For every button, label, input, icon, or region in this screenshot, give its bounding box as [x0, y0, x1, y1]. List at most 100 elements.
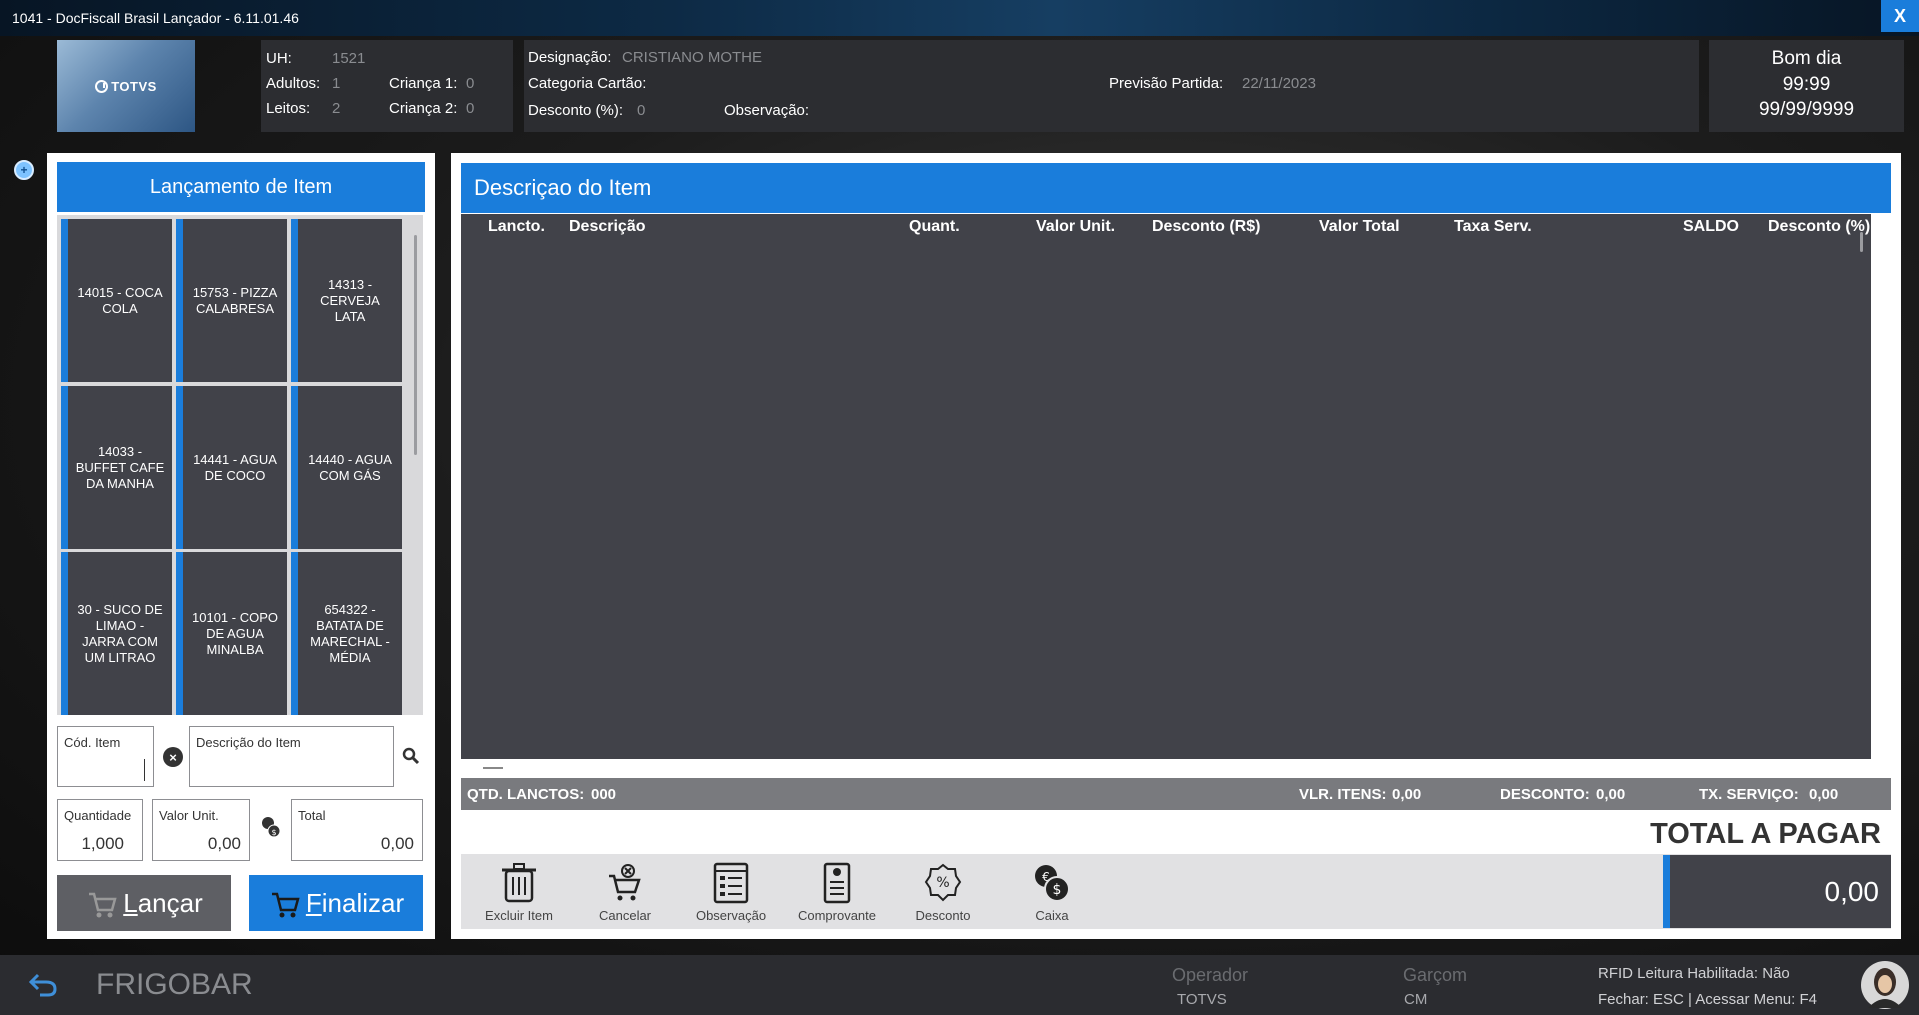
item-tile[interactable]: 30 - SUCO DE LIMAO - JARRA COM UM LITRAO: [61, 552, 172, 715]
desconto-label: Desconto (%):: [528, 102, 624, 119]
cart-checkout-icon: [271, 892, 300, 918]
item-tile[interactable]: 14313 - CERVEJA LATA: [291, 219, 402, 382]
quantity-label: Quantidade: [64, 808, 132, 823]
total-field: Total 0,00: [291, 799, 423, 861]
desconto-summary-value: 0,00: [1596, 786, 1626, 803]
percent-badge-icon: %: [924, 863, 962, 902]
leitos-label: Leitos:: [266, 100, 311, 117]
tile-scrollbar[interactable]: [414, 235, 417, 455]
finalizar-label: inalizar: [321, 887, 405, 918]
observation-label: Observação: [695, 908, 767, 923]
item-launch-title: Lançamento de Item: [149, 175, 333, 198]
leitos-value: 2: [332, 100, 341, 117]
categoria-label: Categoria Cartão:: [528, 75, 647, 92]
delete-item-button[interactable]: Excluir Item: [471, 862, 567, 923]
discount-button[interactable]: % Desconto: [895, 862, 991, 923]
cod-item-label: Cód. Item: [64, 735, 121, 750]
observation-button[interactable]: Observação: [683, 862, 779, 923]
designacao-value: CRISTIANO MOTHE: [622, 49, 763, 66]
col-lancto[interactable]: Lancto.: [488, 218, 545, 236]
operador-value: TOTVS: [1177, 991, 1227, 1008]
guest-info-box: UH: 1521 Adultos: 1 Criança 1: 0 Leitos:…: [261, 40, 513, 132]
item-tile[interactable]: 10101 - COPO DE AGUA MINALBA: [176, 552, 287, 715]
item-launch-panel: Lançamento de Item 14015 - COCA COLA 157…: [47, 153, 435, 939]
quantity-field[interactable]: Quantidade 1,000: [57, 799, 143, 861]
cashier-button[interactable]: € $ Caixa: [1004, 862, 1100, 923]
col-descricao[interactable]: Descrição: [569, 218, 646, 236]
tx-servico-value: 0,00: [1809, 786, 1839, 803]
item-description-panel: Descriçao do Item Lancto. Descrição Quan…: [451, 153, 1901, 939]
item-description-field[interactable]: Descrição do Item: [189, 726, 394, 787]
crianca2-label: Criança 2:: [389, 100, 458, 117]
items-table: [461, 214, 1871, 759]
cancel-button[interactable]: Cancelar: [577, 862, 673, 923]
delete-item-label: Excluir Item: [485, 908, 553, 923]
trash-icon: [502, 863, 536, 903]
crianca1-value: 0: [466, 75, 475, 92]
designacao-label: Designação:: [528, 49, 612, 66]
status-footer: FRIGOBAR Operador TOTVS Garçom CM RFID L…: [0, 955, 1919, 1015]
cod-item-field[interactable]: Cód. Item: [57, 726, 154, 787]
greeting-date: 99/99/9999: [1758, 99, 1855, 120]
quantity-value: 1,000: [81, 834, 124, 853]
item-description-header: Descriçao do Item: [461, 163, 1891, 213]
col-valor-unit[interactable]: Valor Unit.: [1036, 218, 1115, 236]
lancar-key: L: [123, 887, 138, 918]
lancar-button[interactable]: Lançar: [57, 875, 231, 931]
previsao-label: Previsão Partida:: [1109, 75, 1224, 92]
receipt-label: Comprovante: [797, 908, 877, 923]
observacao-label: Observação:: [724, 102, 810, 119]
text-cursor: [144, 759, 145, 781]
item-tile[interactable]: 14033 - BUFFET CAFE DA MANHA: [61, 386, 172, 549]
section-title: FRIGOBAR: [96, 968, 253, 1001]
crianca2-value: 0: [466, 100, 475, 117]
list-window-icon: [713, 862, 749, 904]
item-description-label: Descrição do Item: [196, 735, 301, 750]
item-tile-grid: 14015 - COCA COLA 15753 - PIZZA CALABRES…: [57, 215, 423, 715]
item-tile[interactable]: 14441 - AGUA DE COCO: [176, 386, 287, 549]
total-pagar-value: 0,00: [1824, 875, 1880, 907]
col-saldo[interactable]: SALDO: [1683, 218, 1739, 236]
rfid-status: RFID Leitura Habilitada: Não: [1598, 965, 1790, 982]
horizontal-scroll-handle[interactable]: [483, 767, 503, 769]
qtd-lanctos-label: QTD. LANCTOS:: [467, 786, 585, 803]
col-desconto-pct[interactable]: Desconto (%): [1768, 218, 1870, 236]
col-quant[interactable]: Quant.: [909, 218, 960, 236]
discount-label: Desconto: [915, 908, 971, 923]
lancar-label: ançar: [137, 887, 203, 918]
item-tile[interactable]: 654322 - BATATA DE MARECHAL - MÉDIA: [291, 552, 402, 715]
receipt-button[interactable]: Comprovante: [789, 862, 885, 923]
back-arrow-icon[interactable]: [28, 971, 58, 999]
crianca1-label: Criança 1:: [389, 75, 458, 92]
desconto-value: 0: [637, 102, 646, 119]
item-launch-header: Lançamento de Item: [57, 162, 425, 212]
reservation-details-box: Designação: CRISTIANO MOTHE Categoria Ca…: [524, 40, 1699, 132]
close-button[interactable]: X: [1881, 0, 1919, 32]
item-description-title: Descriçao do Item: [474, 175, 652, 200]
svg-text:$: $: [271, 828, 276, 837]
window-title: 1041 - DocFiscall Brasil Lançador - 6.11…: [12, 10, 299, 26]
item-tile[interactable]: 14440 - AGUA COM GÁS: [291, 386, 402, 549]
previsao-value: 22/11/2023: [1242, 75, 1316, 92]
totvs-logo-icon: [95, 79, 109, 93]
item-tile[interactable]: 15753 - PIZZA CALABRESA: [176, 219, 287, 382]
receipt-icon: [823, 862, 851, 904]
total-pagar-label: TOTAL A PAGAR: [1650, 818, 1881, 850]
cancel-label: Cancelar: [598, 908, 652, 923]
operador-label: Operador: [1172, 965, 1249, 985]
svg-text:$: $: [1053, 882, 1062, 898]
cashier-label: Caixa: [1035, 908, 1069, 923]
unit-value-field[interactable]: Valor Unit. 0,00: [152, 799, 250, 861]
coins-icon: € $: [1035, 865, 1070, 902]
finalizar-button[interactable]: Finalizar: [249, 875, 423, 931]
clear-icon[interactable]: ×: [163, 747, 183, 767]
expand-icon[interactable]: +: [14, 160, 34, 180]
currency-exchange-icon[interactable]: $: [261, 816, 281, 838]
search-icon[interactable]: [402, 747, 420, 765]
col-valor-total[interactable]: Valor Total: [1319, 218, 1400, 236]
desconto-summary-label: DESCONTO:: [1500, 786, 1590, 803]
col-desconto-rs[interactable]: Desconto (R$): [1152, 218, 1260, 236]
user-avatar[interactable]: [1860, 960, 1910, 1010]
col-taxa-serv[interactable]: Taxa Serv.: [1454, 218, 1532, 236]
item-tile[interactable]: 14015 - COCA COLA: [61, 219, 172, 382]
